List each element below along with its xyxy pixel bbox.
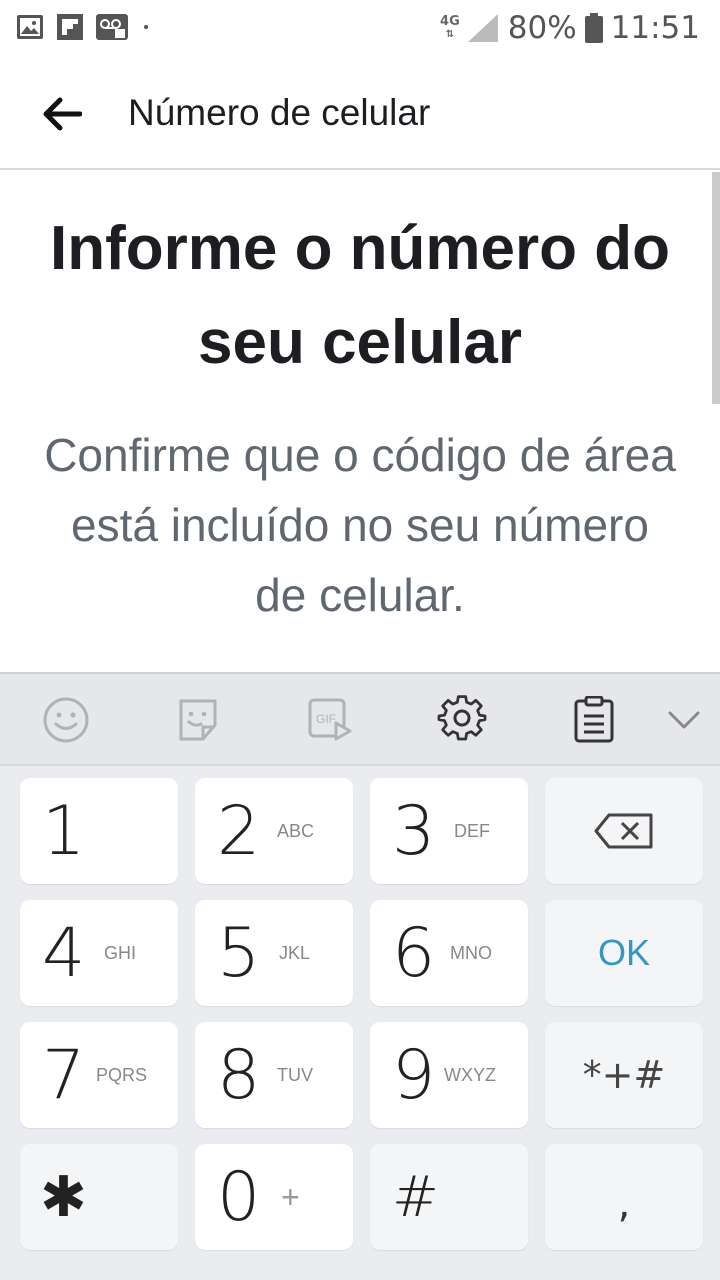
key-letters: MNO: [450, 942, 492, 963]
key-3[interactable]: 3 DEF: [370, 778, 528, 884]
key-digit: 9: [392, 1035, 436, 1115]
key-digit: 4: [42, 913, 86, 993]
gif-label: GIF: [316, 712, 336, 726]
back-button[interactable]: [30, 88, 94, 140]
numeric-keyboard: GIF 1 2 ABC 3 DEF 4 GHI 5 JKL 6 MNO OK 7…: [0, 672, 720, 1280]
key-8[interactable]: 8 TUV: [195, 1022, 353, 1128]
key-7[interactable]: 7 PQRS: [20, 1022, 178, 1128]
key-5[interactable]: 5 JKL: [195, 900, 353, 1006]
backspace-icon: [594, 813, 653, 849]
gallery-icon: [16, 14, 44, 40]
key-1[interactable]: 1: [20, 778, 178, 884]
key-digit: 7: [42, 1035, 86, 1115]
clock: 11:51: [610, 10, 700, 46]
network-type: 4G ⇅: [440, 13, 460, 40]
key-digit: 0: [217, 1157, 261, 1237]
hide-keyboard-button[interactable]: [658, 694, 710, 746]
clipboard-icon: [574, 696, 614, 743]
key-letters: WXYZ: [444, 1064, 496, 1085]
flipboard-icon: [56, 14, 84, 40]
ok-key[interactable]: OK: [545, 900, 703, 1006]
network-label: 4G: [440, 13, 460, 29]
scrollbar[interactable]: [712, 172, 720, 404]
emoji-button[interactable]: [40, 694, 92, 746]
voicemail-icon: [96, 14, 128, 40]
more-notifications-dot: [144, 25, 148, 29]
key-digit: 8: [217, 1035, 261, 1115]
key-0[interactable]: 0 +: [195, 1144, 353, 1250]
app-bar: Número de celular: [0, 58, 720, 170]
keyboard-toolbar: GIF: [0, 674, 720, 766]
key-hash[interactable]: #: [370, 1144, 528, 1250]
star-glyph: ✱: [40, 1164, 87, 1230]
key-letters: ABC: [277, 820, 315, 841]
status-indicators: 4G ⇅ 80% 11:51: [440, 8, 700, 48]
backspace-key[interactable]: [545, 778, 703, 884]
clipboard-button[interactable]: [568, 694, 620, 746]
key-9[interactable]: 9 WXYZ: [370, 1022, 528, 1128]
notification-icons: [16, 14, 148, 40]
key-4[interactable]: 4 GHI: [20, 900, 178, 1006]
main-content: Informe o número do seu celular Confirme…: [0, 172, 720, 672]
gif-button[interactable]: GIF: [304, 694, 356, 746]
hash-glyph: #: [392, 1164, 439, 1230]
arrow-back-icon: [43, 97, 82, 131]
sticker-button[interactable]: [172, 694, 224, 746]
key-letters: TUV: [277, 1064, 313, 1085]
key-digit: 2: [217, 791, 261, 871]
key-letters: DEF: [454, 820, 490, 841]
key-2[interactable]: 2 ABC: [195, 778, 353, 884]
emoji-icon: [43, 697, 89, 743]
key-plus: +: [281, 1178, 300, 1215]
key-digit: 1: [42, 791, 86, 871]
key-digit: 5: [217, 913, 261, 993]
key-digit: 6: [392, 913, 436, 993]
gif-icon: GIF: [308, 698, 352, 741]
headline: Informe o número do seu celular: [50, 214, 670, 377]
page-title: Número de celular: [128, 92, 431, 133]
key-letters: GHI: [104, 942, 137, 963]
key-6[interactable]: 6 MNO: [370, 900, 528, 1006]
key-letters: JKL: [279, 942, 311, 963]
chevron-down-icon: [668, 711, 700, 729]
key-star[interactable]: ✱: [20, 1144, 178, 1250]
key-letters: PQRS: [96, 1064, 148, 1085]
signal-icon: [467, 14, 498, 42]
symbols-key[interactable]: *+#: [545, 1022, 703, 1128]
settings-icon: [437, 695, 487, 741]
comma-label: ,: [617, 1181, 631, 1227]
status-bar: 4G ⇅ 80% 11:51: [0, 0, 720, 58]
symbols-label: *+#: [582, 1053, 666, 1097]
ok-label: OK: [597, 932, 650, 973]
key-digit: 3: [392, 791, 436, 871]
comma-key[interactable]: ,: [545, 1144, 703, 1250]
sticker-icon: [179, 699, 217, 741]
battery-percent: 80%: [507, 10, 577, 46]
battery-icon: [584, 13, 603, 43]
keyboard-settings-button[interactable]: [436, 694, 488, 746]
description: Confirme que o código de área está inclu…: [44, 429, 676, 621]
